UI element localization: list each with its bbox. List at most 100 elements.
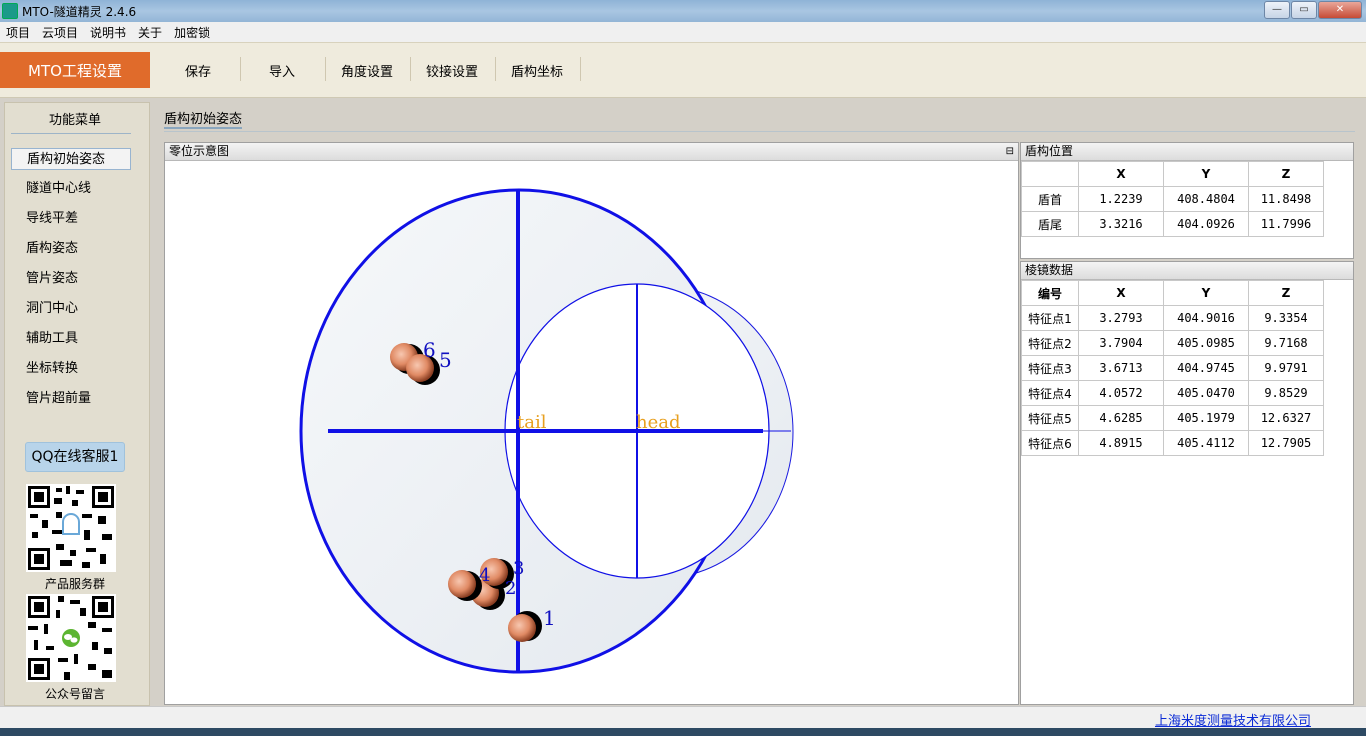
menu-cloud-project[interactable]: 云项目 <box>36 24 84 41</box>
table-row[interactable]: 特征点5 4.6285 405.1979 12.6327 <box>1021 405 1324 431</box>
maximize-button[interactable]: ▭ <box>1291 1 1317 19</box>
menu-dongle[interactable]: 加密锁 <box>168 24 216 41</box>
column-header-y: Y <box>1163 161 1249 187</box>
shield-coordinates-button[interactable]: 盾构坐标 <box>511 61 563 80</box>
minimize-button[interactable]: — <box>1264 1 1290 19</box>
cell-z: 9.9791 <box>1248 355 1324 381</box>
prism-data-title: 棱镜数据 <box>1025 263 1074 277</box>
panel-header: 零位示意图 ⊟ <box>165 143 1018 161</box>
cell-y: 404.9745 <box>1163 355 1249 381</box>
point-label-4: 4 <box>479 565 490 586</box>
cell-id: 特征点5 <box>1021 405 1079 431</box>
cell-x: 3.7904 <box>1078 330 1164 356</box>
panel-header: 盾构位置 <box>1021 143 1353 161</box>
table-header-row: 编号 X Y Z <box>1021 280 1324 306</box>
tab-shield-initial-attitude[interactable]: 盾构初始姿态 <box>164 108 242 127</box>
restore-icon[interactable]: ⊟ <box>1006 143 1014 160</box>
cell-z: 11.7996 <box>1248 211 1324 237</box>
cell-x: 1.2239 <box>1078 186 1164 212</box>
toolbar: MTO工程设置 保存 导入 角度设置 铰接设置 盾构坐标 <box>0 42 1366 98</box>
status-bar: 上海米度测量技术有限公司 <box>0 706 1366 729</box>
qr-code-icon <box>26 484 116 572</box>
sidebar-item-shield-initial-attitude[interactable]: 盾构初始姿态 <box>11 148 131 170</box>
shield-position-panel: 盾构位置 X Y Z 盾首 1.2239 408.4804 11.8498 盾尾… <box>1020 142 1354 259</box>
toolbar-separator <box>495 57 496 81</box>
taskbar <box>0 728 1366 736</box>
sidebar-item-tools[interactable]: 辅助工具 <box>11 328 131 350</box>
cell-id: 特征点4 <box>1021 380 1079 406</box>
shield-position-title: 盾构位置 <box>1025 144 1074 158</box>
point-label-2: 2 <box>505 578 516 599</box>
menu-about[interactable]: 关于 <box>132 24 168 41</box>
mto-settings-button[interactable]: MTO工程设置 <box>0 52 150 88</box>
head-label: head <box>636 412 681 433</box>
column-header <box>1021 161 1079 187</box>
tab-indicator <box>164 127 242 129</box>
qr2-label: 公众号留言 <box>44 687 105 701</box>
cell-x: 4.8915 <box>1078 430 1164 456</box>
cell-y: 405.0985 <box>1163 330 1249 356</box>
cell-z: 9.8529 <box>1248 380 1324 406</box>
toolbar-separator <box>410 57 411 81</box>
table-row[interactable]: 盾首 1.2239 408.4804 11.8498 <box>1021 186 1324 212</box>
sidebar-item-coordinate-transform[interactable]: 坐标转换 <box>11 358 131 380</box>
qr1-label: 产品服务群 <box>44 577 105 591</box>
cell-z: 12.7905 <box>1248 430 1324 456</box>
sidebar-item-segment-advance[interactable]: 管片超前量 <box>11 388 131 410</box>
table-row[interactable]: 盾尾 3.3216 404.0926 11.7996 <box>1021 211 1324 237</box>
table-row[interactable]: 特征点3 3.6713 404.9745 9.9791 <box>1021 355 1324 381</box>
cell-x: 3.6713 <box>1078 355 1164 381</box>
cell-id: 特征点2 <box>1021 330 1079 356</box>
menu-project[interactable]: 项目 <box>0 24 36 41</box>
cell-y: 405.1979 <box>1163 405 1249 431</box>
cell-z: 9.7168 <box>1248 330 1324 356</box>
sidebar-item-shield-attitude[interactable]: 盾构姿态 <box>11 238 131 260</box>
company-link[interactable]: 上海米度测量技术有限公司 <box>1155 710 1311 729</box>
zero-position-diagram-panel: 零位示意图 ⊟ tail head 6 5 3 4 2 1 <box>164 142 1019 705</box>
table-row[interactable]: 特征点1 3.2793 404.9016 9.3354 <box>1021 305 1324 331</box>
angle-settings-button[interactable]: 角度设置 <box>341 61 393 80</box>
column-header-x: X <box>1078 161 1164 187</box>
save-button[interactable]: 保存 <box>185 61 211 80</box>
cell-id: 特征点1 <box>1021 305 1079 331</box>
articulation-settings-button[interactable]: 铰接设置 <box>426 61 478 80</box>
import-button[interactable]: 导入 <box>269 61 295 80</box>
divider <box>164 131 1355 132</box>
point-label-5: 5 <box>439 348 452 372</box>
table-row[interactable]: 特征点2 3.7904 405.0985 9.7168 <box>1021 330 1324 356</box>
window-title: MTO-隧道精灵 2.4.6 <box>22 4 137 19</box>
cell-y: 408.4804 <box>1163 186 1249 212</box>
sidebar-item-traverse-adjustment[interactable]: 导线平差 <box>11 208 131 230</box>
function-menu-title: 功能菜单 <box>48 113 101 128</box>
sidebar-item-tunnel-centerline[interactable]: 隧道中心线 <box>11 178 131 200</box>
close-button[interactable]: ✕ <box>1318 1 1362 19</box>
diagram-title: 零位示意图 <box>169 144 230 158</box>
cell-name: 盾尾 <box>1021 211 1079 237</box>
divider <box>11 133 131 134</box>
cell-x: 3.2793 <box>1078 305 1164 331</box>
sidebar-item-segment-attitude[interactable]: 管片姿态 <box>11 268 131 290</box>
zero-position-diagram: tail head 6 5 3 4 2 1 <box>299 188 794 674</box>
point-label-3: 3 <box>513 558 524 579</box>
qq-support-button[interactable]: QQ在线客服1 <box>25 442 125 472</box>
cell-x: 4.6285 <box>1078 405 1164 431</box>
column-header-z: Z <box>1248 280 1324 306</box>
column-header-y: Y <box>1163 280 1249 306</box>
toolbar-separator <box>580 57 581 81</box>
table-row[interactable]: 特征点6 4.8915 405.4112 12.7905 <box>1021 430 1324 456</box>
point-label-1: 1 <box>543 606 556 630</box>
wechat-qr-icon <box>26 594 116 682</box>
menu-bar: 项目 云项目 说明书 关于 加密锁 <box>0 22 1366 42</box>
column-header-z: Z <box>1248 161 1324 187</box>
table-row[interactable]: 特征点4 4.0572 405.0470 9.8529 <box>1021 380 1324 406</box>
function-menu: 功能菜单 盾构初始姿态 隧道中心线 导线平差 盾构姿态 管片姿态 洞门中心 辅助… <box>4 102 150 706</box>
menu-manual[interactable]: 说明书 <box>84 24 132 41</box>
toolbar-separator <box>325 57 326 81</box>
cell-id: 特征点3 <box>1021 355 1079 381</box>
shield-position-table: X Y Z 盾首 1.2239 408.4804 11.8498 盾尾 3.32… <box>1021 161 1324 237</box>
sidebar-item-portal-center[interactable]: 洞门中心 <box>11 298 131 320</box>
point-label-6: 6 <box>423 338 436 362</box>
cell-y: 404.0926 <box>1163 211 1249 237</box>
panel-header: 棱镜数据 <box>1021 262 1353 280</box>
cell-x: 3.3216 <box>1078 211 1164 237</box>
